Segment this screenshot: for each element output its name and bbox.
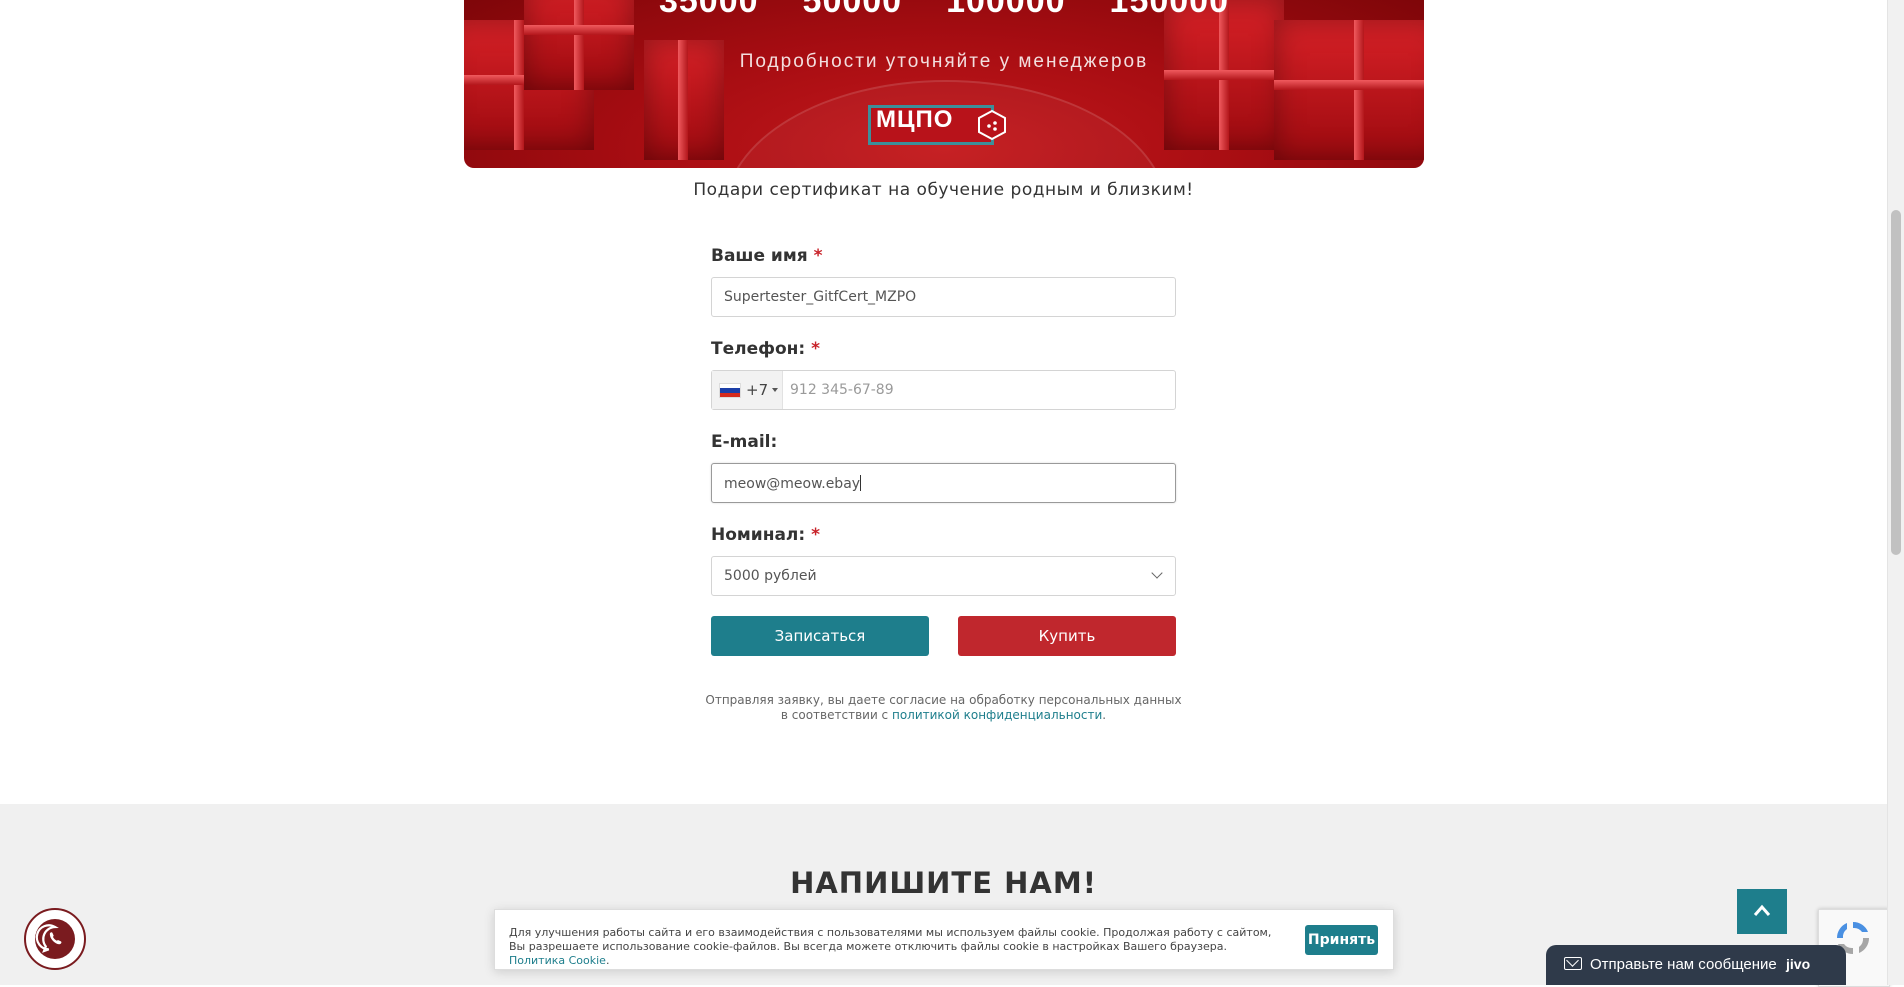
russia-flag-icon — [720, 384, 740, 397]
gift-box-decoration — [1164, 0, 1284, 150]
name-group: Ваше имя * Supertester_GitfCert_MZPO — [711, 246, 1176, 317]
amount-value: 150000 — [1109, 0, 1230, 20]
name-input[interactable]: Supertester_GitfCert_MZPO — [711, 277, 1176, 317]
cookie-banner: Для улучшения работы сайта и его взаимод… — [494, 909, 1394, 970]
country-code-selector[interactable]: +7 — [712, 371, 783, 409]
nominal-selected-value: 5000 рублей — [724, 568, 817, 584]
consent-line-2: в соответствии с политикой конфиденциаль… — [0, 708, 1887, 723]
nominal-label-text: Номинал: — [711, 525, 806, 545]
phone-placeholder: 912 345-67-89 — [790, 382, 894, 398]
privacy-policy-link[interactable]: политикой конфиденциальности — [892, 708, 1102, 722]
email-value-text: meow@meow.ebay — [724, 476, 861, 492]
signup-button[interactable]: Записаться — [711, 616, 929, 656]
email-input[interactable]: meow@meow.ebay — [711, 463, 1176, 503]
jivo-logo: jivo — [1786, 956, 1811, 972]
scroll-to-top-button[interactable] — [1737, 889, 1787, 934]
cookie-suffix: . — [605, 954, 610, 967]
consent-prefix: в соответствии с — [780, 708, 892, 722]
banner-note: Подробности уточняйте у менеджеров — [739, 51, 1149, 72]
email-label: E-mail: — [711, 432, 778, 452]
consent-suffix: . — [1102, 708, 1107, 722]
phone-group: Телефон: * +7 912 345-67-89 — [711, 339, 1176, 410]
chevron-down-icon — [1151, 567, 1163, 579]
jivo-chat-widget[interactable]: Отправьте нам сообщение jivo — [1546, 945, 1846, 985]
email-input-value: meow@meow.ebay — [724, 475, 862, 492]
name-label: Ваше имя * — [711, 246, 1176, 268]
required-mark: * — [813, 246, 823, 266]
text-caret — [860, 475, 862, 491]
email-group: E-mail: meow@meow.ebay — [711, 432, 1176, 503]
mcpo-logo: МЦПО — [868, 101, 1018, 145]
accept-cookies-button[interactable]: Принять — [1305, 925, 1378, 955]
page: 35000 50000 100000 150000 Подробности уточн… — [0, 0, 1887, 985]
cookie-policy-link[interactable]: Политика Cookie — [509, 954, 606, 967]
nominal-label: Номинал: * — [711, 525, 1176, 547]
buy-button[interactable]: Купить — [958, 616, 1176, 656]
nominal-group: Номинал: * 5000 рублей — [711, 525, 1176, 596]
name-label-text: Ваше имя — [711, 246, 808, 266]
logo-hex-icon — [978, 109, 1006, 141]
cookie-message: Для улучшения работы сайта и его взаимод… — [509, 926, 1272, 953]
scrollbar-thumb[interactable] — [1891, 210, 1901, 555]
logo-text: МЦПО — [876, 106, 954, 133]
form-buttons: Записаться Купить — [711, 616, 1176, 656]
phone-label-text: Телефон: — [711, 339, 806, 359]
dropdown-triangle-icon — [772, 388, 778, 392]
gift-certificate-form: Ваше имя * Supertester_GitfCert_MZPO Тел… — [711, 246, 1176, 656]
amount-value: 50000 — [802, 0, 903, 20]
nominal-select[interactable]: 5000 рублей — [711, 556, 1176, 596]
name-input-value: Supertester_GitfCert_MZPO — [724, 289, 917, 305]
section-subtitle: Подари сертификат на обучение родным и б… — [693, 180, 1194, 200]
whatsapp-icon — [35, 919, 75, 959]
chat-prompt: Отправьте нам сообщение — [1590, 956, 1777, 973]
envelope-icon — [1564, 957, 1582, 970]
contact-title: НАПИШИТЕ НАМ! — [790, 866, 1097, 900]
chevron-up-icon — [1753, 904, 1771, 916]
consent-note: Отправляя заявку, вы даете согласие на о… — [0, 693, 1887, 723]
consent-line-1: Отправляя заявку, вы даете согласие на о… — [705, 693, 1182, 707]
required-mark: * — [811, 525, 820, 545]
nominal-amounts: 35000 50000 100000 150000 — [464, 0, 1424, 21]
page-scrollbar[interactable] — [1887, 0, 1904, 985]
phone-input[interactable]: +7 912 345-67-89 — [711, 370, 1176, 410]
country-code: +7 — [746, 381, 769, 399]
amount-value: 100000 — [946, 0, 1066, 20]
gift-box-decoration — [1274, 20, 1424, 160]
gift-certificate-banner: 35000 50000 100000 150000 Подробности уточн… — [464, 0, 1424, 168]
cookie-text: Для улучшения работы сайта и его взаимод… — [509, 926, 1279, 968]
whatsapp-button[interactable] — [24, 908, 86, 970]
required-mark: * — [811, 339, 821, 359]
phone-label: Телефон: * — [711, 339, 1176, 361]
amount-value: 35000 — [658, 0, 759, 20]
